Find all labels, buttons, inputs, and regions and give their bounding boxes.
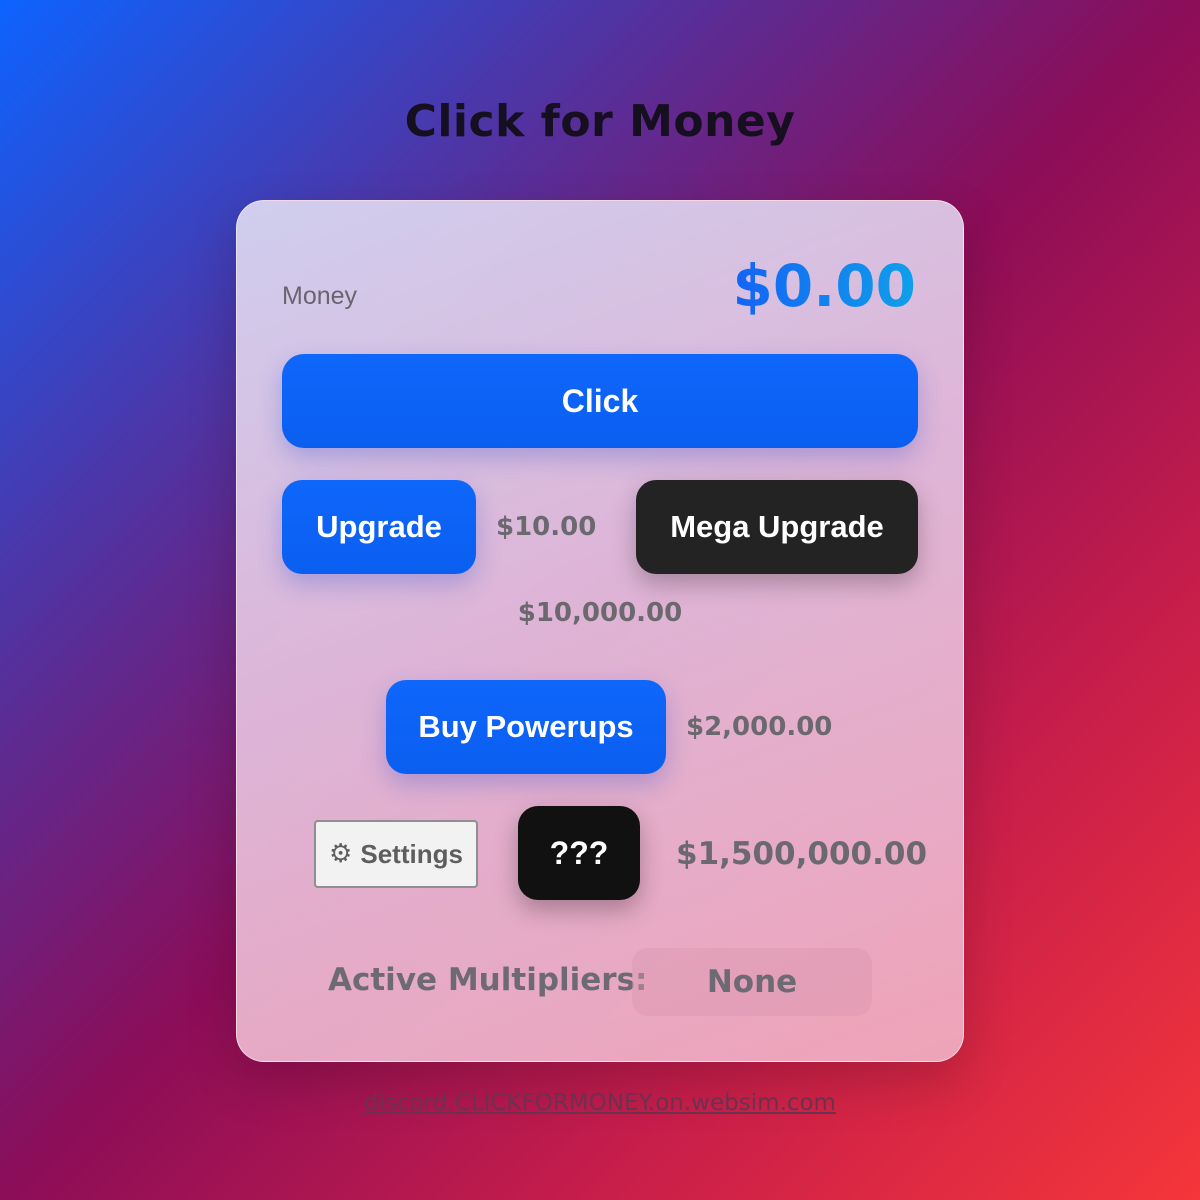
mystery-price: $1,500,000.00	[676, 836, 928, 872]
upgrade-price: $10.00	[496, 512, 597, 542]
mega-upgrade-price: $10,000.00	[517, 598, 683, 628]
buy-powerups-button[interactable]: Buy Powerups	[386, 680, 666, 774]
click-button[interactable]: Click	[282, 354, 918, 448]
active-multipliers-label: Active Multipliers:	[328, 962, 648, 998]
mystery-button[interactable]: ???	[518, 806, 640, 900]
mega-upgrade-button[interactable]: Mega Upgrade	[636, 480, 918, 574]
page-title: Click for Money	[404, 96, 796, 147]
upgrade-button[interactable]: Upgrade	[282, 480, 476, 574]
money-label: Money	[282, 282, 358, 310]
settings-label: Settings	[360, 838, 463, 869]
settings-button[interactable]: ⚙ Settings	[314, 820, 478, 888]
discord-link[interactable]: discord.CLICKFORMONEY.on.websim.com	[0, 1090, 1200, 1116]
game-card	[236, 200, 964, 1062]
gear-icon: ⚙	[329, 839, 353, 869]
buy-powerups-price: $2,000.00	[686, 712, 833, 742]
active-multipliers-value: None	[632, 948, 872, 1016]
money-value: $0.00	[732, 252, 916, 320]
